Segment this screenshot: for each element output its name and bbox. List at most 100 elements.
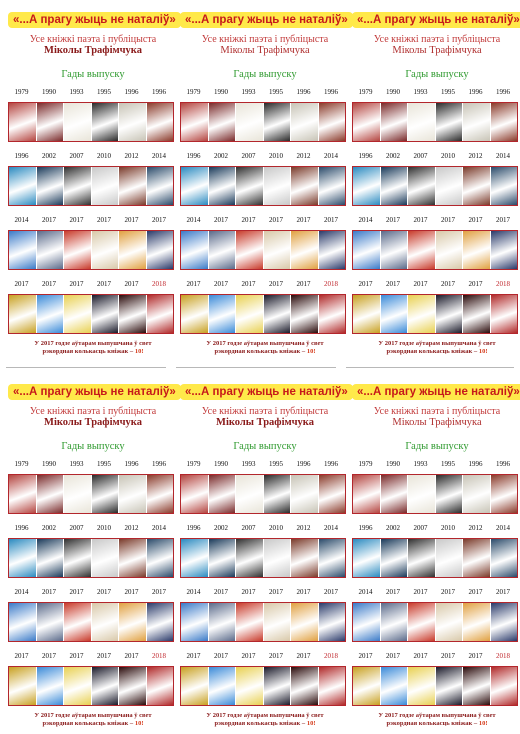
year-label: 2002 [214, 152, 228, 160]
year-labels: 2017 2017 2017 2017 2017 2018 [8, 280, 178, 291]
book-cover [119, 167, 147, 205]
year-label: 2017 [214, 588, 228, 596]
book-cover [490, 603, 517, 641]
year-label: 2017 [468, 588, 483, 596]
cover-row: 1979 1990 1993 1995 1996 1996 [180, 84, 350, 148]
covers-grid: 1979 1990 1993 1995 1996 1996 1996 2002 2007 2010… [8, 456, 178, 712]
book-cover [181, 603, 209, 641]
book-cover [291, 231, 319, 269]
book-cover [463, 667, 491, 705]
year-label: 2017 [69, 652, 84, 660]
year-label: 2014 [496, 152, 510, 160]
cover-row: 1979 1990 1993 1995 1996 1996 [352, 84, 520, 148]
book-cover [435, 103, 463, 141]
book-cover [9, 475, 37, 513]
book-cover [291, 103, 319, 141]
year-labels: 2014 2017 2017 2017 2017 2017 [180, 216, 350, 227]
book-cover [291, 603, 319, 641]
year-label: 1996 [14, 524, 29, 532]
cut-line [346, 367, 514, 368]
year-label: 2017 [296, 652, 311, 660]
book-cover [119, 295, 147, 333]
year-labels: 1996 2002 2007 2010 2012 2014 [180, 152, 350, 163]
book-cover [146, 167, 173, 205]
year-label: 1996 [358, 524, 373, 532]
leaflet-panel: «...А прагу жыць не наталіў» Усе кніжкі … [352, 382, 520, 728]
year-label: 2017 [413, 280, 428, 288]
leaflet-panel: «...А прагу жыць не наталіў» Усе кніжкі … [8, 10, 181, 356]
book-covers-strip [352, 538, 518, 578]
cover-row: 1996 2002 2007 2010 2012 2014 [180, 148, 350, 212]
footer-count: 10! [306, 348, 316, 355]
book-cover [9, 295, 37, 333]
cover-row: 1979 1990 1993 1995 1996 1996 [180, 456, 350, 520]
book-cover [380, 475, 408, 513]
footer-line1: У 2017 годзе аўтарам выпушчана ў свет [206, 340, 324, 347]
year-label: 2017 [324, 588, 338, 596]
year-label: 2017 [97, 588, 111, 596]
year-label: 1993 [413, 460, 428, 468]
year-labels: 1979 1990 1993 1995 1996 1996 [8, 88, 178, 99]
cover-row: 2017 2017 2017 2017 2017 2018 [8, 648, 178, 712]
year-label: 1990 [214, 88, 228, 96]
year-label: 2007 [413, 524, 428, 532]
book-cover [291, 475, 319, 513]
book-cover [119, 667, 147, 705]
book-cover [146, 295, 173, 333]
year-label: 2014 [186, 216, 201, 224]
year-label: 2010 [441, 524, 455, 532]
footer-count: 10! [134, 720, 144, 727]
year-label: 1990 [214, 460, 228, 468]
cover-row: 1996 2002 2007 2010 2012 2014 [352, 520, 520, 584]
year-label: 2018 [496, 280, 510, 288]
book-cover [236, 167, 264, 205]
footer-note: У 2017 годзе аўтарам выпушчана ў свет рэ… [352, 712, 520, 728]
year-label: 1995 [441, 460, 455, 468]
year-label: 2017 [441, 216, 455, 224]
book-cover [91, 539, 119, 577]
footer-line2: рэкордная колькасць кніжак – [42, 348, 134, 355]
book-cover [181, 539, 209, 577]
year-labels: 2017 2017 2017 2017 2017 2018 [352, 280, 520, 291]
book-cover [208, 667, 236, 705]
year-label: 2017 [14, 652, 29, 660]
book-cover [490, 539, 517, 577]
book-covers-strip [352, 230, 518, 270]
year-label: 2012 [124, 152, 139, 160]
subtitle-line1: Усе кніжкі паэта і публіцыста [201, 34, 329, 45]
book-cover [146, 475, 173, 513]
year-label: 1996 [186, 524, 201, 532]
leaflet-panel: «...А прагу жыць не наталіў» Усе кніжкі … [180, 10, 353, 356]
year-label: 2017 [269, 588, 283, 596]
year-label: 1996 [296, 460, 311, 468]
cover-row: 2017 2017 2017 2017 2017 2018 [352, 648, 520, 712]
book-cover [9, 231, 37, 269]
book-covers-strip [180, 666, 346, 706]
book-cover [146, 103, 173, 141]
year-label: 2014 [496, 524, 510, 532]
year-label: 2017 [42, 652, 56, 660]
year-label: 2017 [296, 588, 311, 596]
year-label: 1993 [69, 460, 84, 468]
book-cover [353, 539, 381, 577]
year-label: 1990 [42, 460, 56, 468]
book-cover [380, 603, 408, 641]
year-label: 1979 [186, 460, 201, 468]
year-label: 2018 [324, 652, 338, 660]
book-cover [64, 295, 92, 333]
covers-grid: 1979 1990 1993 1995 1996 1996 1996 2002 2007 2010… [180, 456, 350, 712]
book-cover [380, 103, 408, 141]
book-cover [64, 231, 92, 269]
year-label: 2010 [97, 524, 111, 532]
footer-line2: рэкордная колькасць кніжак – [214, 720, 306, 727]
book-covers-strip [8, 538, 174, 578]
book-cover [463, 295, 491, 333]
book-cover [9, 603, 37, 641]
book-cover [380, 231, 408, 269]
book-cover [408, 167, 436, 205]
year-label: 1993 [241, 460, 256, 468]
book-cover [380, 667, 408, 705]
book-cover [91, 231, 119, 269]
year-labels: 1996 2002 2007 2010 2012 2014 [8, 152, 178, 163]
year-label: 2017 [214, 280, 228, 288]
